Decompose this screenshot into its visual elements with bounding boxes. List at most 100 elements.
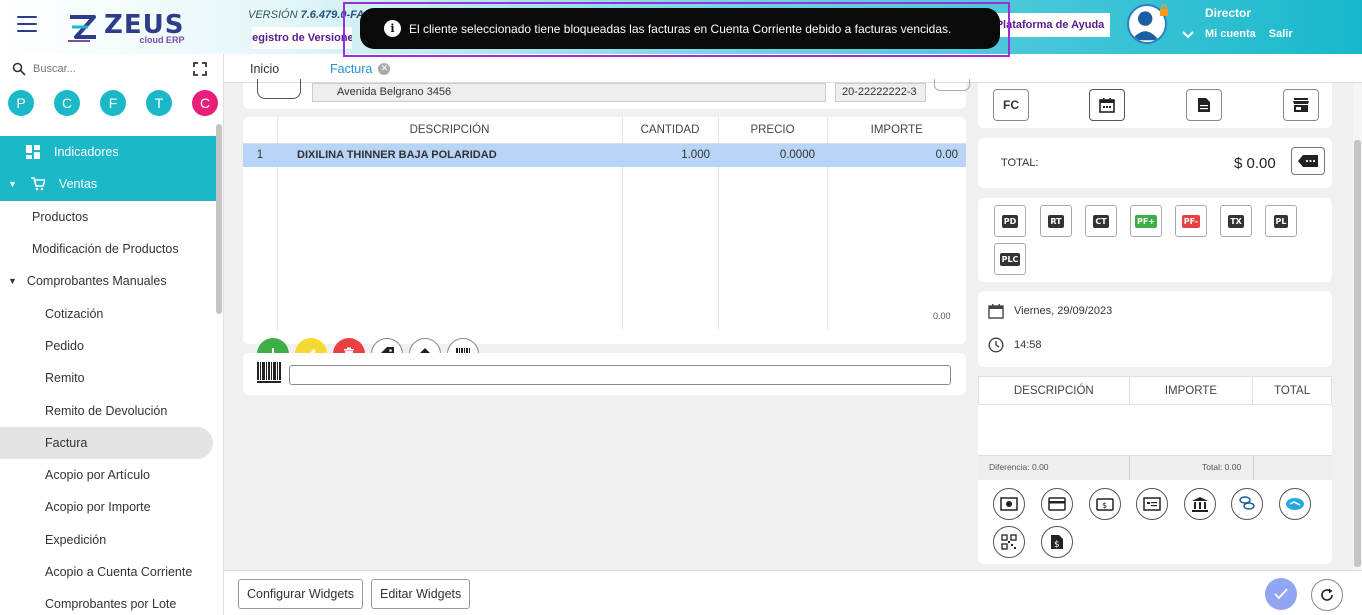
- format-tx-button[interactable]: TX: [1220, 205, 1252, 237]
- check-payment-button[interactable]: [1136, 488, 1168, 520]
- quick-access-t[interactable]: T: [146, 90, 172, 116]
- close-icon[interactable]: ✕: [378, 62, 391, 75]
- sidebar-item-comprobantes-manuales[interactable]: ▼ Comprobantes Manuales: [0, 265, 216, 297]
- registro-versiones-button[interactable]: Registro de Versiones: [252, 27, 352, 49]
- barcode-input[interactable]: [289, 365, 951, 385]
- coins-icon: [1239, 496, 1255, 510]
- sidebar-item-comprobantes-lote[interactable]: Comprobantes por Lote: [0, 588, 216, 615]
- sidebar-nav: Indicadores ▼ Ventas Productos Modificac…: [0, 136, 216, 615]
- edit-widgets-button[interactable]: Editar Widgets: [371, 579, 471, 609]
- sidebar-search-input[interactable]: [33, 59, 183, 79]
- pay-col-total[interactable]: TOTAL: [1252, 376, 1332, 405]
- client-extra-button[interactable]: [934, 79, 970, 91]
- sidebar-item-acopio-articulo[interactable]: Acopio por Artículo: [0, 459, 216, 491]
- card-payment-button[interactable]: [1041, 488, 1073, 520]
- cash-payment-button[interactable]: [993, 488, 1025, 520]
- configure-widgets-button[interactable]: Configurar Widgets: [238, 579, 363, 609]
- my-account-link[interactable]: Mi cuenta: [1205, 28, 1256, 40]
- format-plc-button[interactable]: PLC: [994, 243, 1026, 275]
- mercadopago-payment-button[interactable]: [1279, 488, 1311, 520]
- coins-payment-button[interactable]: [1231, 488, 1263, 520]
- sidebar-item-acopio-cuenta-corriente[interactable]: Acopio a Cuenta Corriente: [0, 556, 216, 588]
- cuit-field[interactable]: 20-22222222-3: [835, 83, 926, 102]
- sidebar-item-pedido[interactable]: Pedido: [0, 330, 216, 362]
- col-header-importe[interactable]: IMPORTE: [827, 117, 966, 144]
- footer-bar: Configurar Widgets Editar Widgets: [224, 570, 1362, 615]
- sidebar-item-expedicion[interactable]: Expedición: [0, 524, 216, 556]
- bank-payment-button[interactable]: [1184, 488, 1216, 520]
- table-row[interactable]: 1 DIXILINA THINNER BAJA POLARIDAD 1.000 …: [243, 143, 966, 167]
- chevron-down-icon[interactable]: [1182, 30, 1194, 42]
- sidebar-item-productos[interactable]: Productos: [0, 201, 216, 233]
- format-pf-minus-button[interactable]: PF-: [1175, 205, 1207, 237]
- bank-icon: [1192, 497, 1208, 512]
- sidebar-item-acopio-importe[interactable]: Acopio por Importe: [0, 491, 216, 523]
- total-options-button[interactable]: [1291, 147, 1325, 175]
- tab-factura[interactable]: Factura ✕: [330, 54, 391, 83]
- total-label: TOTAL:: [1001, 157, 1039, 169]
- barcode-card: [243, 353, 966, 395]
- fullscreen-icon[interactable]: [192, 61, 208, 77]
- sidebar-item-ventas[interactable]: ▼ Ventas: [0, 168, 216, 201]
- clock-icon: [988, 337, 1004, 353]
- pay-col-importe[interactable]: IMPORTE: [1128, 376, 1254, 405]
- items-card: DESCRIPCIÓN CANTIDAD PRECIO IMPORTE 1 DI…: [243, 117, 966, 370]
- col-header-precio[interactable]: PRECIO: [718, 117, 828, 144]
- sidebar-item-indicadores[interactable]: Indicadores: [0, 136, 216, 169]
- sidebar-item-remito-devolucion[interactable]: Remito de Devolución: [0, 394, 216, 426]
- row-amount: 0.00: [935, 149, 958, 162]
- main-content: Avenida Belgrano 3456 20-22222222-3 DESC…: [224, 79, 1362, 570]
- col-header-cantidad[interactable]: CANTIDAD: [622, 117, 719, 144]
- zeus-logo: ZEUS cloud ERP: [66, 11, 184, 45]
- sidebar-item-remito[interactable]: Remito: [0, 362, 216, 394]
- format-rt-button[interactable]: RT: [1040, 205, 1072, 237]
- quick-access-f[interactable]: F: [100, 90, 126, 116]
- store-button[interactable]: [1283, 89, 1319, 121]
- client-button[interactable]: [257, 79, 301, 99]
- document-button[interactable]: [1186, 89, 1222, 121]
- sidebar-item-cotizacion[interactable]: Cotización: [0, 297, 216, 329]
- checkmark-icon: [1274, 588, 1288, 600]
- handshake-icon: [1286, 498, 1304, 510]
- sidebar-item-factura[interactable]: Factura: [0, 426, 213, 459]
- document-icon: [1198, 98, 1210, 112]
- qr-code-icon: [1001, 534, 1017, 550]
- quick-access-c2[interactable]: C: [192, 90, 218, 116]
- logout-link[interactable]: Salir: [1269, 28, 1293, 40]
- wallet-icon: $: [1096, 498, 1114, 511]
- caret-down-icon: ▼: [8, 276, 17, 287]
- address-field[interactable]: Avenida Belgrano 3456: [312, 83, 826, 102]
- quick-access-p[interactable]: P: [8, 90, 34, 116]
- qr-payment-button[interactable]: [993, 526, 1025, 558]
- format-pf-plus-button[interactable]: PF+: [1130, 205, 1162, 237]
- user-name: Director: [1205, 6, 1252, 20]
- caret-down-icon: ▼: [8, 179, 17, 190]
- col-header-descripcion[interactable]: DESCRIPCIÓN: [277, 117, 623, 144]
- quick-access-bar: P C F T C: [8, 90, 223, 116]
- sidebar-item-modificacion-productos[interactable]: Modificación de Productos: [0, 233, 216, 265]
- format-ct-button[interactable]: CT: [1085, 205, 1117, 237]
- refresh-button[interactable]: [1311, 579, 1343, 611]
- payments-footer: Diferencia: 0.00 Total: 0.00: [978, 456, 1332, 480]
- sidebar-scrollbar[interactable]: [216, 124, 222, 314]
- invoice-dollar-icon: $: [1051, 535, 1063, 550]
- format-pd-button[interactable]: PD: [994, 205, 1026, 237]
- lock-icon: [1158, 4, 1170, 16]
- print-formats-card: PD RT CT PF+ PF- TX PL PLC: [978, 198, 1332, 282]
- row-quantity: 1.000: [681, 149, 710, 162]
- wallet-payment-button[interactable]: $: [1089, 488, 1121, 520]
- dashboard-icon: [26, 145, 40, 160]
- format-pl-button[interactable]: PL: [1265, 205, 1297, 237]
- menu-icon[interactable]: [17, 16, 37, 32]
- cash-icon: [1000, 497, 1018, 511]
- cart-icon: [30, 177, 45, 191]
- pay-col-descripcion[interactable]: DESCRIPCIÓN: [978, 376, 1130, 405]
- invoice-payment-button[interactable]: $: [1041, 526, 1073, 558]
- main-scrollbar[interactable]: [1353, 83, 1362, 570]
- calendar-icon: [1099, 98, 1115, 113]
- doc-type-fc-button[interactable]: FC: [993, 89, 1029, 121]
- quick-access-c[interactable]: C: [54, 90, 80, 116]
- calendar-button[interactable]: [1089, 89, 1125, 121]
- confirm-button[interactable]: [1265, 578, 1297, 610]
- zeus-logo-icon: [66, 11, 100, 45]
